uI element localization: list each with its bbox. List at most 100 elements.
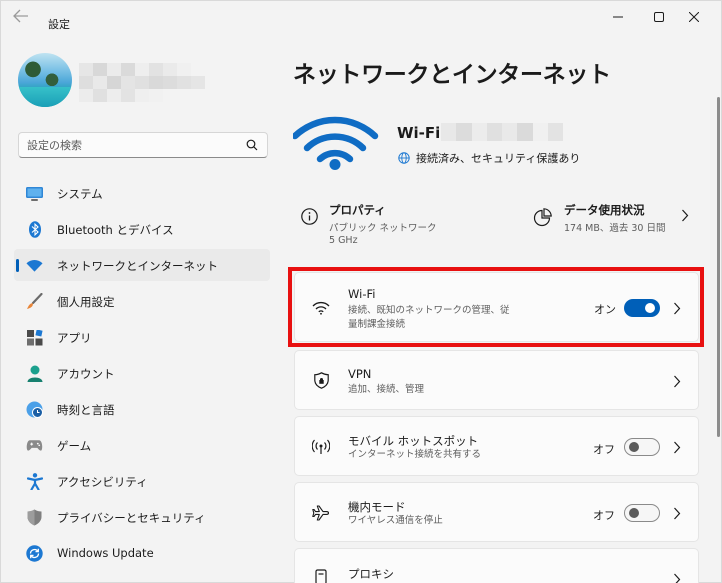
sidebar-item-gaming[interactable]: ゲーム	[14, 429, 270, 461]
sidebar-item-label: Windows Update	[57, 546, 154, 560]
wifi-card[interactable]: Wi-Fi 接続、既知のネットワークの管理、従量制課金接続 オン	[294, 272, 699, 342]
system-monitor-icon	[26, 185, 43, 202]
connection-status: 接続済み、セキュリティ保護あり	[398, 150, 580, 166]
app-title: 設定	[48, 18, 70, 31]
wifi-card-subtitle: 接続、既知のネットワークの管理、従量制課金接続	[348, 305, 510, 330]
mobile-hotspot-card[interactable]: モバイル ホットスポット インターネット接続を共有する オフ	[294, 416, 699, 476]
avatar[interactable]	[18, 53, 72, 107]
vpn-shield-icon	[312, 371, 330, 389]
hotspot-toggle-label: オフ	[593, 443, 615, 456]
shield-icon	[26, 509, 43, 526]
airplane-card-subtitle: ワイヤレス通信を停止	[348, 515, 443, 526]
globe-icon	[398, 152, 410, 164]
chevron-right-icon	[674, 302, 681, 315]
airplane-mode-card[interactable]: 機内モード ワイヤレス通信を停止 オフ	[294, 482, 699, 542]
back-button[interactable]	[13, 9, 33, 25]
update-icon	[26, 545, 43, 562]
proxy-card[interactable]: プロキシ	[294, 548, 699, 583]
sidebar-item-apps[interactable]: アプリ	[14, 321, 270, 353]
wifi-signal-icon	[312, 299, 330, 317]
person-icon	[26, 365, 43, 382]
hotspot-icon	[312, 438, 330, 456]
sidebar-item-privacy[interactable]: プライバシーとセキュリティ	[14, 501, 270, 533]
chevron-right-icon	[682, 209, 689, 222]
back-arrow-icon	[13, 9, 28, 23]
wifi-large-icon	[293, 116, 379, 170]
hotspot-card-title: モバイル ホットスポット	[348, 434, 479, 448]
data-usage-detail: 174 MB、過去 30 日間	[564, 223, 666, 234]
minimize-button[interactable]	[603, 7, 633, 27]
sidebar-item-label: Bluetooth とデバイス	[57, 223, 174, 237]
data-usage-icon	[533, 208, 552, 227]
vpn-card-subtitle: 追加、接続、管理	[348, 384, 425, 395]
sidebar-item-label: ネットワークとインターネット	[57, 259, 218, 273]
sidebar-item-label: アカウント	[57, 367, 115, 381]
data-usage-title: データ使用状況	[564, 203, 645, 217]
sidebar-item-time-language[interactable]: 時刻と言語	[14, 393, 270, 425]
user-info-redacted	[79, 63, 205, 103]
active-indicator	[16, 259, 19, 272]
title-bar: 設定	[1, 1, 721, 33]
close-icon	[689, 12, 699, 22]
connection-name: Wi-Fi	[397, 124, 441, 142]
sidebar-item-system[interactable]: システム	[14, 177, 270, 209]
chevron-right-icon	[674, 375, 681, 388]
vpn-card[interactable]: VPN 追加、接続、管理	[294, 350, 699, 410]
chevron-right-icon	[674, 573, 681, 583]
paintbrush-icon	[26, 293, 43, 310]
chevron-right-icon	[674, 441, 681, 454]
toggle-knob	[629, 508, 639, 518]
toggle-knob	[629, 442, 639, 452]
connection-status-text: 接続済み、セキュリティ保護あり	[416, 152, 581, 165]
maximize-button[interactable]	[644, 7, 674, 27]
sidebar-item-personalization[interactable]: 個人用設定	[14, 285, 270, 317]
sidebar-nav: システム Bluetooth とデバイス ネットワークとインターネット 個人用設…	[14, 177, 270, 573]
vpn-card-title: VPN	[348, 367, 372, 381]
proxy-card-title: プロキシ	[348, 567, 394, 581]
airplane-toggle[interactable]	[624, 504, 660, 522]
wifi-card-title: Wi-Fi	[348, 287, 376, 301]
properties-title: プロパティ	[329, 203, 386, 217]
wifi-icon	[26, 257, 43, 274]
gamepad-icon	[26, 437, 43, 454]
sidebar-item-label: システム	[57, 187, 103, 201]
network-profile: パブリック ネットワーク	[329, 223, 437, 234]
toggle-knob	[645, 303, 655, 313]
hotspot-card-subtitle: インターネット接続を共有する	[348, 449, 482, 460]
airplane-toggle-label: オフ	[593, 509, 615, 522]
search-input[interactable]	[27, 137, 237, 154]
airplane-icon	[312, 504, 330, 522]
sidebar-item-label: 個人用設定	[57, 295, 115, 309]
apps-icon	[26, 329, 43, 346]
page-title: ネットワークとインターネット	[293, 62, 611, 88]
wifi-toggle[interactable]	[624, 299, 660, 317]
network-band: 5 GHz	[329, 235, 358, 246]
sidebar-item-label: プライバシーとセキュリティ	[57, 511, 206, 525]
airplane-card-title: 機内モード	[348, 500, 406, 514]
sidebar-item-label: 時刻と言語	[57, 403, 115, 417]
sidebar-item-label: アプリ	[57, 331, 92, 345]
sidebar-item-accounts[interactable]: アカウント	[14, 357, 270, 389]
minimize-icon	[613, 16, 623, 18]
search-box[interactable]	[18, 132, 268, 158]
sidebar-item-network[interactable]: ネットワークとインターネット	[14, 249, 270, 281]
info-icon	[301, 208, 318, 225]
sidebar-item-bluetooth[interactable]: Bluetooth とデバイス	[14, 213, 270, 245]
scrollbar[interactable]	[717, 97, 720, 437]
proxy-server-icon	[312, 568, 330, 583]
hotspot-toggle[interactable]	[624, 438, 660, 456]
search-icon[interactable]	[245, 138, 259, 152]
ssid-redacted	[441, 123, 563, 141]
bluetooth-icon	[26, 221, 43, 238]
wifi-toggle-label: オン	[594, 303, 616, 316]
sidebar-item-accessibility[interactable]: アクセシビリティ	[14, 465, 270, 497]
close-button[interactable]	[679, 7, 709, 27]
accessibility-icon	[26, 473, 43, 490]
sidebar-item-windows-update[interactable]: Windows Update	[14, 537, 270, 569]
sidebar-item-label: アクセシビリティ	[57, 475, 148, 489]
maximize-icon	[654, 12, 664, 22]
clock-globe-icon	[26, 401, 43, 418]
sidebar-item-label: ゲーム	[57, 439, 92, 453]
settings-window: 設定 システム Bluetoot	[0, 0, 722, 583]
chevron-right-icon	[674, 507, 681, 520]
